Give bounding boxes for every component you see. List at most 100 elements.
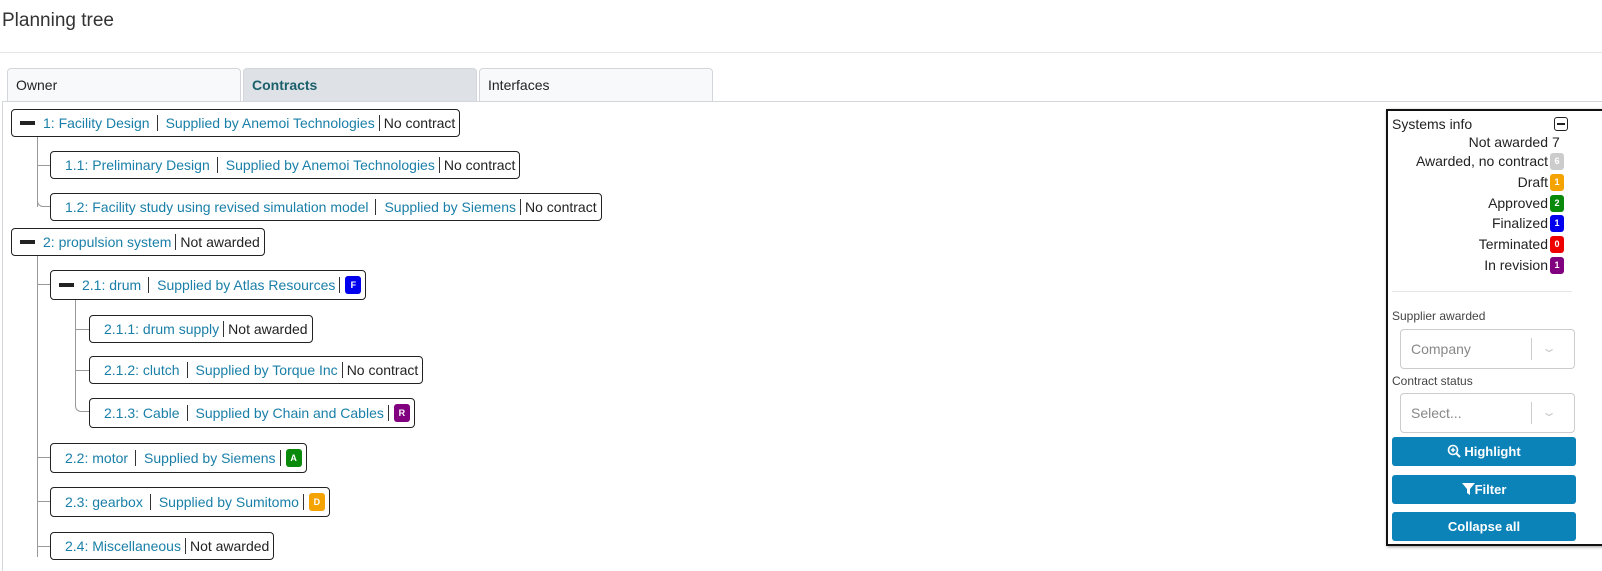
supplier-link[interactable]: Supplied by Siemens xyxy=(384,199,516,215)
separator xyxy=(186,405,188,421)
select-indicator-separator xyxy=(1531,402,1532,424)
contract-status: No contract xyxy=(346,362,419,378)
node-name-link[interactable]: 2.2: motor xyxy=(65,450,128,466)
collapse-panel-icon[interactable] xyxy=(1554,117,1568,131)
supplier-link[interactable]: Supplied by Chain and Cables xyxy=(196,405,384,421)
supplier-link[interactable]: Supplied by Sumitomo xyxy=(159,494,299,510)
contract-status: No contract xyxy=(525,199,597,215)
stat-badge-awarded-no-contract: 6 xyxy=(1550,153,1564,170)
supplier-link[interactable]: Supplied by Anemoi Technologies xyxy=(226,157,435,173)
stat-label-terminated: Terminated xyxy=(1478,236,1548,252)
status-badge-finalized: F xyxy=(345,276,362,294)
tree-connector xyxy=(37,195,50,207)
contract-status-label: Contract status xyxy=(1392,374,1473,388)
node-name-link[interactable]: 2.1.2: clutch xyxy=(104,362,180,378)
tree-connector xyxy=(37,457,50,458)
separator xyxy=(156,115,158,131)
node-name-link[interactable]: 2.1: drum xyxy=(82,277,141,293)
highlight-button[interactable]: Highlight xyxy=(1392,437,1576,466)
page-title: Planning tree xyxy=(2,10,114,31)
supplier-link[interactable]: Supplied by Atlas Resources xyxy=(157,277,335,293)
stat-badge-approved: 2 xyxy=(1550,195,1564,212)
tree-node-1-1: 1.1: Preliminary Design Supplied by Anem… xyxy=(50,151,521,179)
contract-status-select-placeholder: Select... xyxy=(1411,405,1462,421)
supplier-select-placeholder: Company xyxy=(1411,341,1471,357)
separator xyxy=(216,157,218,173)
node-name-link[interactable]: 2.1.1: drum supply xyxy=(104,321,219,337)
node-name-link[interactable]: 2.3: gearbox xyxy=(65,494,143,510)
stat-label-draft: Draft xyxy=(1517,174,1548,190)
separator xyxy=(279,450,281,466)
tree-connector xyxy=(75,329,89,330)
supplier-awarded-label: Supplier awarded xyxy=(1392,309,1486,323)
separator xyxy=(302,494,304,510)
separator xyxy=(184,538,186,554)
separator xyxy=(378,115,380,131)
stat-label-finalized: Finalized xyxy=(1491,215,1548,231)
chevron-down-icon[interactable]: ⌄ xyxy=(1541,404,1557,420)
tree-node-1-2: 1.2: Facility study using revised simula… xyxy=(50,193,602,221)
collapse-all-button[interactable]: Collapse all xyxy=(1392,512,1576,541)
stat-value-not-awarded: 7 xyxy=(1552,134,1560,150)
status-badge-draft: D xyxy=(308,493,325,511)
contract-status: No contract xyxy=(443,157,516,173)
tree-node-2-1: 2.1: drum Supplied by Atlas Resources F xyxy=(50,270,367,300)
contract-status: No contract xyxy=(383,115,456,131)
tab-contracts[interactable]: Contracts xyxy=(243,68,477,102)
stat-badge-finalized: 1 xyxy=(1550,215,1564,232)
separator xyxy=(387,405,389,421)
chevron-down-icon[interactable]: ⌄ xyxy=(1541,340,1557,356)
contract-status-select[interactable]: Select... ⌄ xyxy=(1400,393,1575,433)
node-name-link[interactable]: 2.1.3: Cable xyxy=(104,405,180,421)
tree-node-1: 1: Facility Design Supplied by Anemoi Te… xyxy=(11,109,461,137)
status-badge-in-revision: R xyxy=(393,404,410,422)
title-divider xyxy=(0,52,1602,53)
highlight-button-label: Highlight xyxy=(1464,444,1521,459)
supplier-select[interactable]: Company ⌄ xyxy=(1400,329,1575,369)
tree-connector xyxy=(37,546,50,547)
panel-title: Systems info xyxy=(1392,116,1473,132)
separator xyxy=(149,494,151,510)
node-name-link[interactable]: 1.2: Facility study using revised simula… xyxy=(65,199,368,215)
collapse-all-button-label: Collapse all xyxy=(1447,519,1521,534)
stat-label-not-awarded: Not awarded xyxy=(1468,134,1548,150)
tree-connector xyxy=(37,501,50,502)
tab-owner[interactable]: Owner xyxy=(7,68,241,102)
tree-connector xyxy=(75,399,89,412)
tree-node-2-1-3: 2.1.3: Cable Supplied by Chain and Cable… xyxy=(89,398,415,428)
tree-node-2-2: 2.2: motor Supplied by Siemens A xyxy=(50,443,307,473)
systems-info-panel: Systems info Not awarded 7 Awarded, no c… xyxy=(1386,109,1602,546)
stat-label-in-revision: In revision xyxy=(1484,257,1548,273)
contract-status: Not awarded xyxy=(189,538,270,554)
node-name-link[interactable]: 2.4: Miscellaneous xyxy=(65,538,181,554)
tree-connector xyxy=(37,256,38,557)
tree-connector xyxy=(37,284,50,285)
collapse-toggle[interactable] xyxy=(20,240,35,244)
tree-node-2-1-2: 2.1.2: clutch Supplied by Torque Inc No … xyxy=(89,356,424,384)
separator xyxy=(375,199,377,215)
separator xyxy=(438,157,440,173)
collapse-toggle[interactable] xyxy=(59,283,74,287)
separator xyxy=(339,277,341,293)
supplier-link[interactable]: Supplied by Anemoi Technologies xyxy=(166,115,375,131)
filter-button-label: Filter xyxy=(1474,482,1507,497)
separator xyxy=(148,277,150,293)
node-name-link[interactable]: 1: Facility Design xyxy=(43,115,150,131)
stat-badge-terminated: 0 xyxy=(1550,236,1564,253)
collapse-toggle[interactable] xyxy=(20,121,35,125)
filter-button[interactable]: Filter xyxy=(1392,475,1576,504)
stat-label-approved: Approved xyxy=(1488,195,1548,211)
panel-divider xyxy=(1392,291,1572,292)
separator xyxy=(186,362,188,378)
tab-interfaces[interactable]: Interfaces xyxy=(479,68,713,102)
supplier-link[interactable]: Supplied by Torque Inc xyxy=(196,362,338,378)
filter-icon xyxy=(1461,475,1475,504)
contract-status: Not awarded xyxy=(180,234,260,250)
node-name-link[interactable]: 2: propulsion system xyxy=(43,234,171,250)
node-name-link[interactable]: 1.1: Preliminary Design xyxy=(65,157,210,173)
separator xyxy=(520,199,521,215)
tree-node-2: 2: propulsion system Not awarded xyxy=(11,228,265,256)
tree-node-2-3: 2.3: gearbox Supplied by Sumitomo D xyxy=(50,487,330,517)
stat-badge-in-revision: 1 xyxy=(1550,257,1564,274)
supplier-link[interactable]: Supplied by Siemens xyxy=(144,450,276,466)
